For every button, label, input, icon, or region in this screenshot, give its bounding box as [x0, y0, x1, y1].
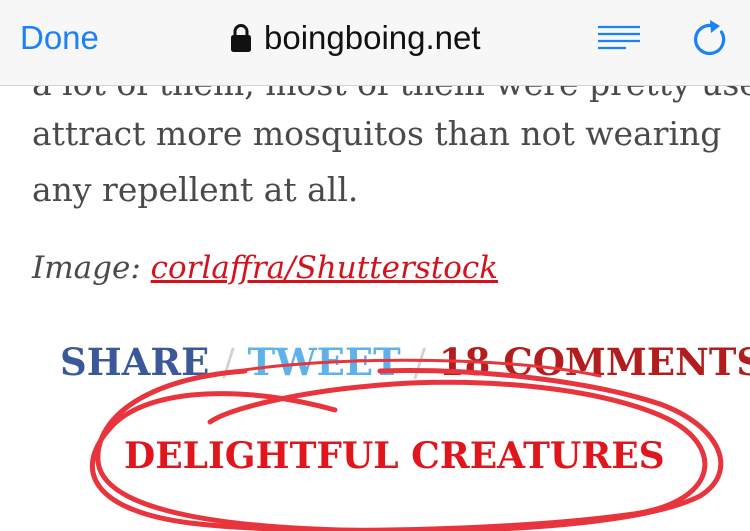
credit-link[interactable]: corlaffra/Shutterstock — [151, 250, 498, 286]
separator: / — [222, 341, 235, 384]
browser-toolbar: Done boingboing.net — [0, 0, 750, 86]
reload-icon[interactable] — [693, 18, 729, 58]
done-button[interactable]: Done — [20, 20, 99, 56]
reader-view-icon[interactable] — [598, 24, 640, 52]
lock-icon — [231, 24, 251, 52]
domain-label: boingboing.net — [264, 19, 481, 56]
separator: / — [413, 341, 426, 384]
share-button[interactable]: SHARE — [60, 340, 209, 384]
image-credit: Image: corlaffra/Shutterstock — [32, 248, 498, 288]
article-paragraph: attract more mosquitos than not wearing … — [32, 114, 722, 209]
credit-prefix: Image: — [32, 250, 141, 286]
article-content: a lot of them, most of them were pretty … — [0, 86, 750, 531]
category-tag-link[interactable]: DELIGHTFUL CREATURES — [124, 434, 665, 478]
tweet-button[interactable]: TWEET — [248, 340, 401, 384]
comments-link[interactable]: 18 COMMENTS — [439, 340, 750, 384]
cut-off-text-line: a lot of them, most of them were pretty … — [32, 86, 750, 104]
share-bar: SHARE / TWEET / 18 COMMENTS — [60, 340, 750, 385]
address-bar[interactable]: boingboing.net — [230, 18, 481, 58]
